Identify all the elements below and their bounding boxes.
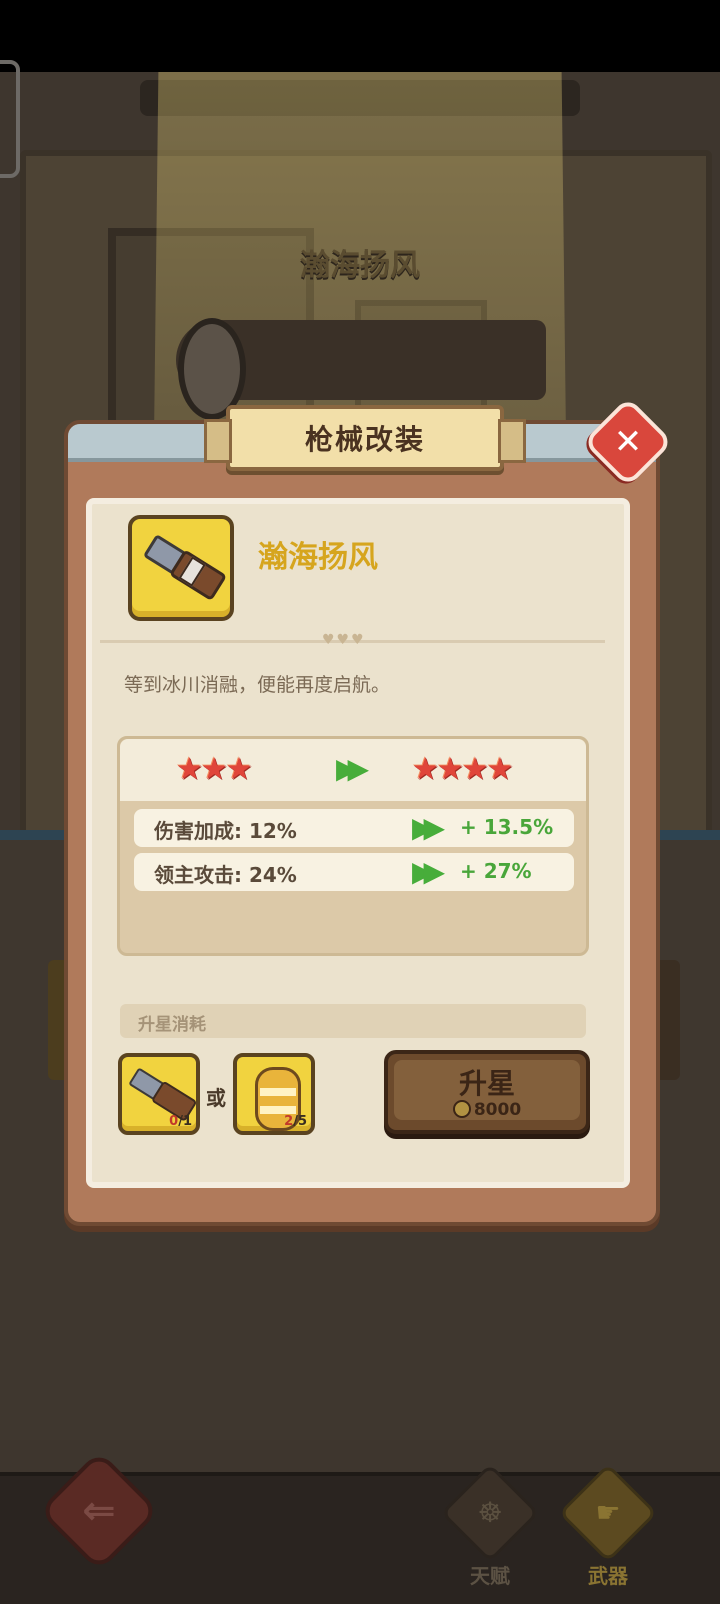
- next-stars: ★★★★: [412, 752, 514, 787]
- material-slot-barrel[interactable]: 2/5: [233, 1053, 315, 1135]
- stat-label: 领主攻击: 24%: [154, 863, 297, 887]
- stat-row: 伤害加成: 12% ▶▶ + 13.5%: [134, 809, 574, 847]
- item-description: 等到冰川消融，便能再度启航。: [124, 674, 391, 696]
- item-name: 瀚海扬风: [258, 540, 378, 575]
- status-bar: [0, 0, 720, 72]
- cost-header: 升星消耗: [120, 1004, 586, 1038]
- current-stars: ★★★: [176, 752, 253, 787]
- flintlock-gun-icon: [128, 515, 234, 621]
- dialog-title: 枪械改装: [304, 423, 425, 456]
- upgrade-cost: 8000: [388, 1100, 586, 1120]
- back-arrow-icon: ⇐: [82, 1488, 116, 1534]
- tab-weapon-label: 武器: [588, 1564, 628, 1588]
- double-arrow-icon: ▶▶: [412, 811, 445, 844]
- upgrade-star-label: 升星: [458, 1067, 515, 1100]
- material-slot-gun[interactable]: 0/1: [118, 1053, 200, 1135]
- talent-glyph-icon: ☸: [477, 1496, 503, 1529]
- cost-header-label: 升星消耗: [138, 1015, 206, 1035]
- background-item-title: 瀚海扬风: [300, 248, 420, 283]
- double-arrow-icon: ▶▶: [412, 855, 445, 888]
- divider-ornament-icon: ♥♥♥: [322, 632, 366, 648]
- stat-bonus: + 13.5%: [460, 815, 554, 839]
- stat-bonus: + 27%: [460, 859, 532, 883]
- weapon-glyph-icon: ☛: [595, 1496, 621, 1529]
- tab-talent[interactable]: ☸ 天赋: [440, 1463, 540, 1588]
- stat-label: 伤害加成: 12%: [154, 819, 297, 843]
- close-icon: ✕: [613, 422, 643, 462]
- double-arrow-icon: ▶▶: [336, 752, 369, 785]
- or-label: 或: [206, 1086, 226, 1110]
- stat-row: 领主攻击: 24% ▶▶ + 27%: [134, 853, 574, 891]
- left-edge-decoration: [0, 60, 20, 178]
- dialog-title-banner: 枪械改装: [204, 405, 526, 471]
- material-count: 0/1: [169, 1114, 192, 1129]
- tab-weapon[interactable]: ☛ 武器: [558, 1463, 658, 1588]
- material-count: 2/5: [284, 1114, 307, 1129]
- flintlock-gun-icon: [128, 1065, 198, 1123]
- tab-talent-label: 天赋: [470, 1564, 510, 1588]
- coin-icon: [452, 1100, 471, 1118]
- upgrade-star-button[interactable]: 升星 8000: [384, 1050, 590, 1134]
